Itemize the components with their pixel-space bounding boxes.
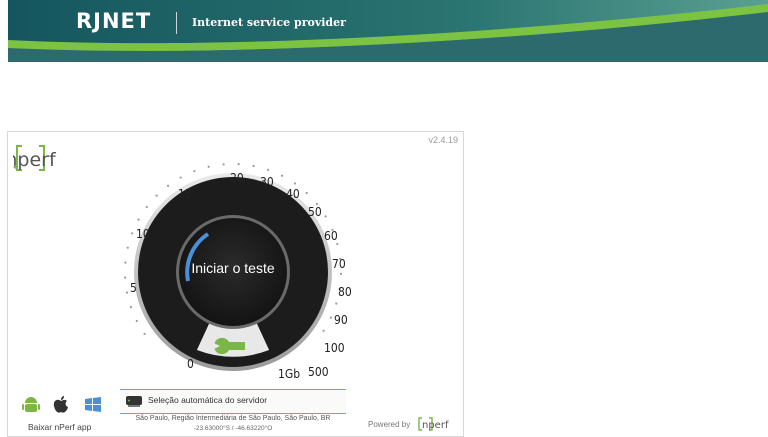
gauge-tick	[135, 319, 138, 323]
gauge-tick	[155, 194, 158, 197]
gauge-tick	[126, 246, 129, 249]
gauge-tick	[252, 164, 255, 168]
gauge-tick	[137, 218, 140, 221]
windows-icon[interactable]	[82, 394, 104, 416]
apple-icon[interactable]	[50, 394, 72, 416]
gauge-label-20: 20	[230, 171, 244, 185]
gauge-tick	[237, 163, 240, 166]
powered-by-label: Powered by	[368, 420, 411, 429]
android-icon[interactable]	[20, 394, 42, 416]
header-banner: RJNET Internet service provider	[8, 0, 768, 62]
server-selection-label: Seleção automática do servidor	[148, 395, 268, 405]
gauge-tick	[124, 276, 127, 279]
gauge-label-30: 30	[260, 175, 274, 189]
brand-tagline: Internet service provider	[192, 16, 346, 29]
gauge-label-0: 0	[187, 357, 194, 371]
gauge-tick	[207, 165, 210, 168]
user-coordinates: -23.63000°S / -46.63220°O	[193, 425, 273, 432]
gauge-tick	[267, 168, 270, 171]
user-location: São Paulo, Região Intermediária de São P…	[135, 415, 331, 422]
gauge-label-50: 50	[308, 205, 322, 219]
gauge-tick	[336, 242, 339, 246]
gauge-tick	[129, 306, 132, 309]
gauge-label-90: 90	[334, 313, 348, 327]
nperf-logo[interactable]: nperf	[13, 140, 113, 176]
gauge-tick	[280, 174, 284, 177]
server-icon	[126, 396, 142, 407]
gauge-label-500: 500	[308, 365, 329, 379]
gauge-label-40: 40	[286, 187, 300, 201]
gauge-tick	[339, 272, 343, 275]
gauge-label-1gb: 1Gb	[278, 367, 300, 381]
gauge-label-15: 15	[178, 187, 192, 201]
start-test-button[interactable]: Iniciar o teste	[174, 260, 292, 276]
gauge-label-60: 60	[324, 229, 338, 243]
gauge-tick	[193, 170, 196, 173]
gauge-label-100: 100	[324, 341, 345, 355]
nperf-logo-n: nperf	[13, 149, 57, 171]
gauge-tick	[179, 176, 182, 179]
brand-logo[interactable]: RJNET	[76, 9, 151, 33]
gauge-tick	[131, 232, 134, 235]
gauge-tick	[293, 182, 297, 185]
gauge-tick	[124, 261, 127, 264]
brand-separator	[176, 12, 177, 34]
speedtest-widget: nperf v2.4.19 0 5 10 15 20 30	[7, 131, 464, 437]
gauge-tick	[335, 302, 338, 305]
gauge-tick	[166, 184, 170, 187]
gauge-label-80: 80	[338, 285, 352, 299]
server-selector[interactable]: Seleção automática do servidor	[120, 389, 346, 414]
gauge-label-5: 5	[130, 281, 137, 295]
nperf-small-logo-text: nperf	[422, 420, 449, 431]
gauge-tick	[125, 291, 129, 294]
gauge-tick	[324, 215, 327, 218]
wrench-icon[interactable]	[211, 335, 249, 357]
gauge-label-10: 10	[136, 227, 150, 241]
gauge-tick	[143, 332, 146, 336]
download-app-label[interactable]: Baixar nPerf app	[28, 422, 91, 432]
version-label: v2.4.19	[428, 135, 458, 145]
gauge-tick	[145, 205, 148, 209]
gauge-label-70: 70	[332, 257, 346, 271]
gauge-tick	[305, 191, 308, 195]
gauge-tick	[222, 163, 225, 166]
gauge-tick	[322, 329, 325, 332]
gauge-tick	[329, 316, 332, 319]
nperf-small-logo[interactable]: nperf	[418, 416, 460, 432]
